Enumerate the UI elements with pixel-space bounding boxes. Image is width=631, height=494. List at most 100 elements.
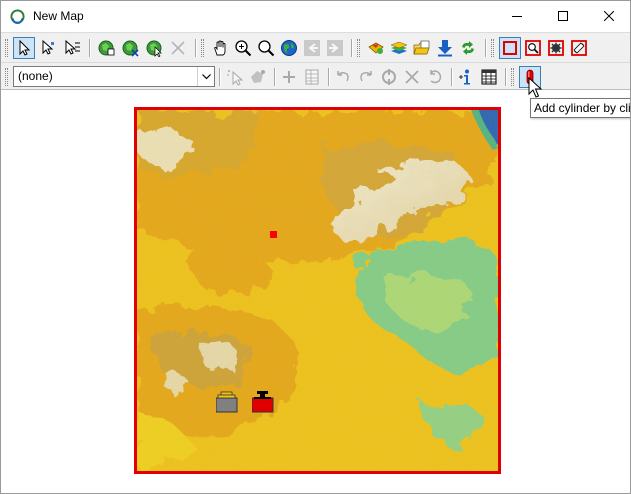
red-cylinder-marker[interactable] [252,389,274,413]
gear-selection-icon [548,40,564,56]
pan-hand-button[interactable] [209,37,231,59]
terrain-map [137,110,498,471]
toolbar-separator [451,68,453,86]
cancel-edit-button[interactable] [401,66,423,88]
table-edit-icon [305,69,319,85]
edit-pointer-icon [227,70,244,86]
remove-layer-button[interactable] [119,37,141,59]
pan-hand-icon [214,40,226,56]
full-extent-button[interactable] [278,37,300,59]
download-button[interactable] [434,37,456,59]
undo-icon [337,71,349,82]
chevron-down-icon [201,73,211,79]
clear-selection-icon [571,40,587,56]
snap-icon [382,69,396,85]
identify-button[interactable] [455,66,477,88]
layer-properties-button[interactable] [143,37,165,59]
toolbar-grip[interactable] [5,68,8,86]
select-arrow-icon [19,39,31,56]
select-multiple-icon [65,39,80,55]
back-arrow-icon [304,40,320,56]
layer-select[interactable]: (none) [13,66,215,87]
refresh-button[interactable] [457,37,479,59]
minimize-icon [512,16,522,17]
open-folder-icon [413,40,430,55]
toolbar-grip[interactable] [357,39,360,57]
toolbar-grip[interactable] [201,39,204,57]
edit-pointer-button[interactable] [224,66,246,88]
back-button[interactable] [301,37,323,59]
selected-point-marker[interactable] [270,231,277,238]
tooltip-text: Add cylinder by cli [534,101,631,115]
close-button[interactable] [586,1,630,31]
select-arrow-button[interactable] [13,37,35,59]
download-arrow-icon [438,40,452,57]
tooltip: Add cylinder by cli [530,98,631,118]
reset-button[interactable] [424,66,446,88]
minimize-button[interactable] [494,1,540,31]
toolbar-separator [195,39,197,57]
attribute-table-icon [481,69,497,85]
toolbar-separator [328,68,330,86]
open-folder-button[interactable] [411,37,433,59]
zoom-in-button[interactable] [232,37,254,59]
add-vertex-button[interactable] [278,66,300,88]
zoom-in-icon [235,40,252,57]
remove-layer-icon [122,40,139,57]
zoom-out-button[interactable] [255,37,277,59]
zoom-rectangle-icon [525,40,541,56]
gear-selection-button[interactable] [545,37,567,59]
close-icon [604,11,614,21]
snap-button[interactable] [378,66,400,88]
layer-select-value: (none) [18,69,53,83]
window-title: New Map [33,9,84,23]
identify-info-icon [459,69,470,85]
add-shape-icon [368,42,384,54]
delete-button[interactable] [167,37,189,59]
layer-select-dropdown-button[interactable] [197,67,214,86]
toolbar-separator [505,68,507,86]
gray-cylinder-marker[interactable] [216,389,238,413]
rectangle-selection-button[interactable] [499,37,521,59]
redo-button[interactable] [355,66,377,88]
table-edit-button[interactable] [301,66,323,88]
maximize-button[interactable] [540,1,586,31]
zoom-rectangle-button[interactable] [522,37,544,59]
toolbar-separator [274,68,276,86]
attribute-table-button[interactable] [478,66,500,88]
toolbar-separator [219,68,221,86]
clear-selection-button[interactable] [568,37,590,59]
full-extent-globe-icon [281,40,297,56]
main-toolbar [1,34,630,62]
toolbar-grip[interactable] [5,39,8,57]
select-vertex-icon [42,39,54,55]
title-bar: New Map [1,1,630,32]
new-map-window: New Map (none) Add cylinder by cli [0,0,631,494]
add-vertex-icon [283,71,295,83]
refresh-arrows-icon [462,41,474,55]
forward-button[interactable] [324,37,346,59]
toolbar-grip[interactable] [491,39,494,57]
edit-shape-icon [251,70,265,83]
undo-button[interactable] [332,66,354,88]
toolbar-grip[interactable] [511,68,514,86]
cancel-edit-icon [405,70,419,84]
map-canvas[interactable] [134,107,501,474]
toolbar-separator [89,39,91,57]
add-layer-button[interactable] [95,37,117,59]
maximize-icon [558,11,568,21]
delete-icon [171,41,185,55]
rectangle-selection-icon [503,41,517,55]
select-multiple-button[interactable] [61,37,83,59]
layers-stack-icon [390,41,408,54]
select-vertex-button[interactable] [37,37,59,59]
app-icon [10,9,25,24]
mouse-cursor-icon [528,77,542,98]
toolbar-separator [485,39,487,57]
layers-stack-button[interactable] [388,37,410,59]
redo-icon [360,71,372,82]
reset-icon [430,70,442,84]
add-shape-button[interactable] [365,37,387,59]
edit-shape-button[interactable] [247,66,269,88]
toolbar-separator [351,39,353,57]
